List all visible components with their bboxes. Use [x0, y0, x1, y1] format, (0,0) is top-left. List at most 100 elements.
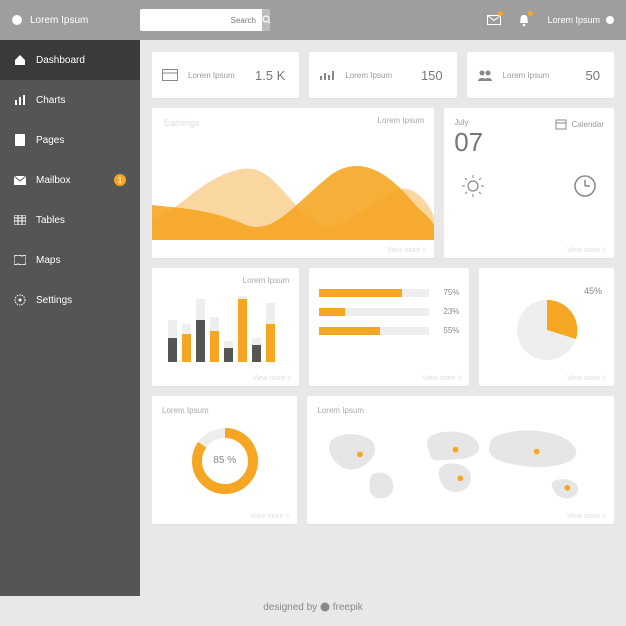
- user-menu[interactable]: Lorem Ipsum: [547, 15, 614, 25]
- search-input[interactable]: [140, 16, 262, 25]
- sidebar-label: Charts: [36, 95, 65, 106]
- earnings-card[interactable]: Earnings Lorem Ipsum View more >: [152, 108, 434, 258]
- progress-row: 75%: [319, 288, 459, 297]
- gear-icon: [14, 294, 26, 306]
- bar: [224, 341, 233, 362]
- progress-row: 55%: [319, 326, 459, 335]
- user-name: Lorem Ipsum: [547, 15, 600, 25]
- view-more-link[interactable]: View more >: [567, 247, 606, 254]
- view-more-link[interactable]: View more >: [567, 513, 606, 520]
- bell-badge-icon: [528, 11, 533, 16]
- card-title: Lorem Ipsum: [243, 276, 290, 285]
- stat-card-2[interactable]: Lorem Ipsum 150: [309, 52, 456, 98]
- search-box[interactable]: [140, 9, 270, 31]
- view-more-link[interactable]: View more >: [250, 513, 289, 520]
- envelope-icon: [14, 174, 26, 186]
- mail-button[interactable]: [487, 13, 501, 27]
- progress-value: 55%: [437, 326, 459, 335]
- bar: [168, 320, 177, 362]
- view-more-link[interactable]: View more >: [567, 375, 606, 382]
- clock-icon: [572, 173, 598, 199]
- brand-name: Lorem Ipsum: [30, 15, 88, 26]
- pie-chart: [507, 290, 587, 370]
- area-chart: [152, 150, 434, 240]
- bars-icon: [319, 67, 335, 83]
- stat-card-1[interactable]: Lorem Ipsum 1.5 K: [152, 52, 299, 98]
- sidebar-label: Mailbox: [36, 175, 70, 186]
- donut-card[interactable]: Lorem Ipsum 85 % View more >: [152, 396, 297, 524]
- sidebar-item-dashboard[interactable]: Dashboard: [0, 40, 140, 80]
- earnings-subtitle: Lorem Ipsum: [378, 116, 425, 125]
- footer: designed by freepik: [0, 596, 626, 619]
- topbar: Lorem Ipsum Lorem Ipsum: [0, 0, 626, 40]
- sidebar: Dashboard Charts Pages Mailbox 1 Tables …: [0, 40, 140, 596]
- table-icon: [14, 214, 26, 226]
- footer-author: freepik: [333, 602, 363, 613]
- page-icon: [14, 134, 26, 146]
- avatar-icon: [606, 16, 614, 24]
- home-icon: [14, 54, 26, 66]
- sidebar-item-tables[interactable]: Tables: [0, 200, 140, 240]
- users-icon: [477, 67, 493, 83]
- search-button[interactable]: [262, 9, 270, 31]
- bar: [210, 317, 219, 363]
- brand-logo-icon: [12, 15, 22, 25]
- card-title: Lorem Ipsum: [317, 406, 604, 415]
- sidebar-item-charts[interactable]: Charts: [0, 80, 140, 120]
- footer-text: designed by: [263, 602, 320, 613]
- stat-value: 50: [586, 68, 600, 83]
- view-more-link[interactable]: View more >: [387, 247, 426, 254]
- progress-value: 23%: [437, 307, 459, 316]
- calendar-icon: [555, 118, 567, 130]
- map-icon: [14, 254, 26, 266]
- date-card[interactable]: July 07 Calendar View more >: [444, 108, 614, 258]
- date-day: 07: [454, 129, 483, 155]
- sidebar-item-maps[interactable]: Maps: [0, 240, 140, 280]
- progress-track: [319, 289, 429, 297]
- sidebar-label: Tables: [36, 215, 65, 226]
- search-icon: [262, 15, 270, 25]
- chart-icon: [14, 94, 26, 106]
- progress-track: [319, 327, 429, 335]
- sidebar-item-settings[interactable]: Settings: [0, 280, 140, 320]
- main-content: Lorem Ipsum 1.5 K Lorem Ipsum 150 Lorem …: [140, 40, 626, 596]
- view-more-link[interactable]: View more >: [252, 375, 291, 382]
- pie-card[interactable]: 45% View more >: [479, 268, 614, 386]
- bars-card[interactable]: Lorem Ipsum View more >: [152, 268, 299, 386]
- sidebar-label: Pages: [36, 135, 64, 146]
- bar: [266, 303, 275, 363]
- pie-label: 45%: [584, 286, 602, 296]
- world-map: [317, 421, 604, 507]
- sidebar-item-pages[interactable]: Pages: [0, 120, 140, 160]
- sidebar-label: Maps: [36, 255, 60, 266]
- mail-icon: [487, 15, 501, 25]
- progress-row: 23%: [319, 307, 459, 316]
- topbar-right: Lorem Ipsum: [487, 13, 614, 27]
- card-icon: [162, 67, 178, 83]
- earnings-title: Earnings: [164, 118, 200, 128]
- brand: Lorem Ipsum: [12, 15, 140, 26]
- progress-value: 75%: [437, 288, 459, 297]
- progress-card[interactable]: 75% 23% 55% View more >: [309, 268, 469, 386]
- mail-badge-icon: [498, 11, 503, 16]
- stat-label: Lorem Ipsum: [188, 71, 235, 80]
- card-title: Lorem Ipsum: [162, 406, 287, 415]
- stat-value: 1.5 K: [255, 68, 285, 83]
- progress-track: [319, 308, 429, 316]
- stat-label: Lorem Ipsum: [345, 71, 392, 80]
- freepik-icon: [320, 602, 330, 612]
- bar: [238, 296, 247, 363]
- bar: [196, 299, 205, 362]
- donut-label: 85 %: [162, 455, 287, 466]
- mailbox-badge: 1: [114, 174, 126, 186]
- stat-card-3[interactable]: Lorem Ipsum 50: [467, 52, 614, 98]
- map-card[interactable]: Lorem Ipsum View more >: [307, 396, 614, 524]
- stats-row: Lorem Ipsum 1.5 K Lorem Ipsum 150 Lorem …: [152, 52, 614, 98]
- stat-value: 150: [421, 68, 443, 83]
- stat-label: Lorem Ipsum: [503, 71, 550, 80]
- view-more-link[interactable]: View more >: [422, 375, 461, 382]
- bell-button[interactable]: [517, 13, 531, 27]
- calendar-label: Calendar: [572, 120, 604, 129]
- date-month: July: [454, 118, 483, 127]
- sidebar-item-mailbox[interactable]: Mailbox 1: [0, 160, 140, 200]
